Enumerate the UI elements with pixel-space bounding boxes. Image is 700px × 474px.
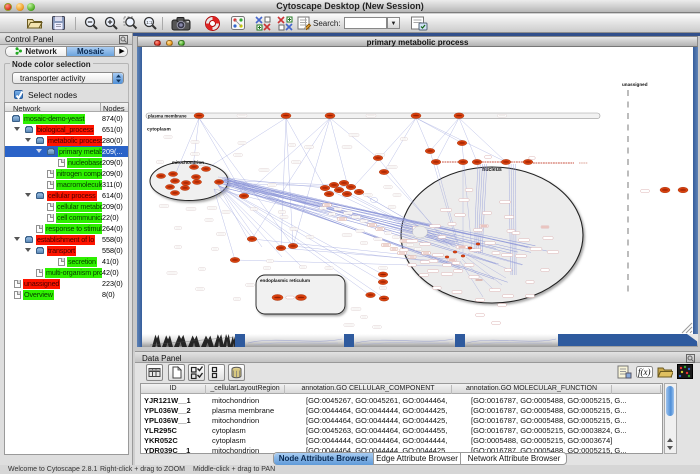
svg-text:1:1: 1:1: [146, 20, 153, 25]
svg-text:unassigned: unassigned: [622, 82, 648, 87]
svg-text:endoplasmic reticulum: endoplasmic reticulum: [260, 278, 310, 283]
svg-text:mitochondrion: mitochondrion: [172, 160, 204, 165]
svg-text:f(x): f(x): [638, 367, 651, 377]
svg-text:plasma membrane: plasma membrane: [148, 114, 187, 119]
svg-text:nucleus: nucleus: [482, 167, 502, 173]
svg-text:cytoplasm: cytoplasm: [147, 127, 171, 133]
